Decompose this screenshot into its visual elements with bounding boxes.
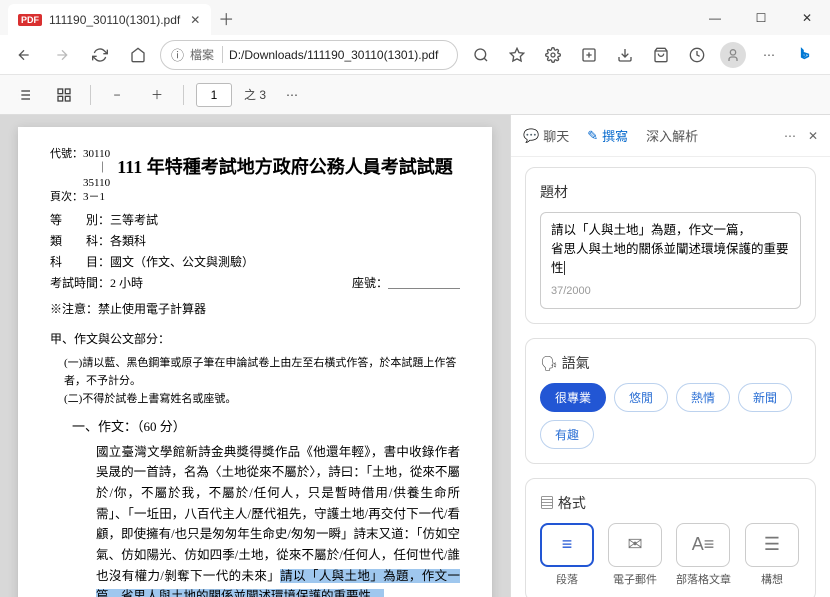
more-options-icon[interactable]: ⋯ xyxy=(278,81,306,109)
exam-code: 代號：30110 ｜ 35110 頁次：3－1 xyxy=(50,147,110,204)
collections-icon[interactable] xyxy=(572,39,606,71)
browser-tab[interactable]: PDF 111190_30110(1301).pdf ✕ xyxy=(8,4,211,35)
document-title: 111 年特種考試地方政府公務人員考試試題 xyxy=(110,153,460,183)
format-paragraph[interactable]: ≡段落 xyxy=(540,523,594,587)
format-blog[interactable]: A≡部落格文章 xyxy=(676,523,731,587)
pdf-viewer[interactable]: 代號：30110 ｜ 35110 頁次：3－1 111 年特種考試地方政府公務人… xyxy=(0,115,510,597)
refresh-button[interactable] xyxy=(84,39,116,71)
back-button[interactable] xyxy=(8,39,40,71)
extensions-icon[interactable] xyxy=(536,39,570,71)
topic-input[interactable]: 請以「人與土地」為題，作文一篇， 省思人與土地的關係並闡述環境保護的重要性 37… xyxy=(540,212,801,309)
char-count: 37/2000 xyxy=(551,283,790,300)
shopping-icon[interactable] xyxy=(644,39,678,71)
format-card: ▤ 格式 ≡段落 ✉電子郵件 A≡部落格文章 ☰構想 xyxy=(525,478,816,597)
close-window-button[interactable]: ✕ xyxy=(784,0,830,35)
format-ideas[interactable]: ☰構想 xyxy=(745,523,799,587)
tone-professional[interactable]: 很專業 xyxy=(540,383,606,412)
calculator-note: ※注意：禁止使用電子計算器 xyxy=(50,300,460,320)
zoom-out-icon[interactable]: − xyxy=(103,81,131,109)
pdf-page: 代號：30110 ｜ 35110 頁次：3－1 111 年特種考試地方政府公務人… xyxy=(18,127,492,597)
bing-chat-icon[interactable] xyxy=(788,39,822,71)
pdf-toolbar: − ＋ 之 3 ⋯ xyxy=(0,75,830,115)
blog-icon: A≡ xyxy=(676,523,730,567)
file-prefix: 檔案 xyxy=(190,46,223,63)
forward-button[interactable] xyxy=(46,39,78,71)
exam-subject: 科 目：國文（作文、公文與測驗） xyxy=(50,253,460,273)
new-tab-button[interactable]: ＋ xyxy=(211,0,241,35)
ideas-icon: ☰ xyxy=(745,523,799,567)
menu-button[interactable]: ⋯ xyxy=(752,39,786,71)
pdf-icon: PDF xyxy=(18,14,42,26)
panel-body: 題材 請以「人與土地」為題，作文一篇， 省思人與土地的關係並闡述環境保護的重要性… xyxy=(511,157,830,597)
email-icon: ✉ xyxy=(608,523,662,567)
tone-card: 🗣 語氣 很專業 悠閒 熱情 新聞 有趣 xyxy=(525,338,816,464)
performance-icon[interactable] xyxy=(680,39,714,71)
topic-label: 題材 xyxy=(540,182,801,202)
section-a-head: 甲、作文與公文部分： xyxy=(50,330,460,350)
compose-panel: 💬聊天 ✎撰寫 深入解析 ⋯ ✕ 題材 請以「人與土地」為題，作文一篇， 省思人… xyxy=(510,115,830,597)
tab-insights[interactable]: 深入解析 xyxy=(646,126,698,145)
info-icon[interactable]: ⓘ xyxy=(171,45,184,64)
question-1-body[interactable]: 國立臺灣文學館新詩金典獎得獎作品《他還年輕》，書中收錄作者吳晟的一首詩，名為〈土… xyxy=(50,442,460,597)
exam-duration: 考試時間：2 小時座號：＿＿＿＿＿＿ xyxy=(50,274,460,294)
exam-category: 類 科：各類科 xyxy=(50,232,460,252)
exam-level: 等 別：三等考試 xyxy=(50,211,460,231)
title-bar: PDF 111190_30110(1301).pdf ✕ ＋ — ☐ ✕ xyxy=(0,0,830,35)
tone-funny[interactable]: 有趣 xyxy=(540,420,594,449)
main-area: 代號：30110 ｜ 35110 頁次：3－1 111 年特種考試地方政府公務人… xyxy=(0,115,830,597)
topic-card: 題材 請以「人與土地」為題，作文一篇， 省思人與土地的關係並闡述環境保護的重要性… xyxy=(525,167,816,324)
instruction-1: (一)請以藍、黑色鋼筆或原子筆在申論試卷上由左至右橫式作答，於本試題上作答者，不… xyxy=(50,354,460,390)
tab-title: 111190_30110(1301).pdf xyxy=(49,13,180,27)
thumbnails-icon[interactable] xyxy=(50,81,78,109)
format-email[interactable]: ✉電子郵件 xyxy=(608,523,662,587)
maximize-button[interactable]: ☐ xyxy=(738,0,784,35)
zoom-in-icon[interactable]: ＋ xyxy=(143,81,171,109)
url-text: D:/Downloads/111190_30110(1301).pdf xyxy=(229,48,447,62)
address-bar: ⓘ 檔案 D:/Downloads/111190_30110(1301).pdf… xyxy=(0,35,830,75)
page-total-label: 之 3 xyxy=(244,86,266,103)
tab-chat[interactable]: 💬聊天 xyxy=(523,126,569,145)
favorite-icon[interactable] xyxy=(500,39,534,71)
minimize-button[interactable]: — xyxy=(692,0,738,35)
instruction-2: (二)不得於試卷上書寫姓名或座號。 xyxy=(50,390,460,408)
close-tab-icon[interactable]: ✕ xyxy=(187,12,203,28)
downloads-icon[interactable] xyxy=(608,39,642,71)
paragraph-icon: ≡ xyxy=(540,523,594,567)
question-1-head: 一、作文：（60 分） xyxy=(72,416,460,437)
format-label: ▤ 格式 xyxy=(540,493,801,513)
seat-number: 座號：＿＿＿＿＿＿ xyxy=(352,274,460,294)
home-button[interactable] xyxy=(122,39,154,71)
tone-label: 🗣 語氣 xyxy=(540,353,801,373)
tone-casual[interactable]: 悠閒 xyxy=(614,383,668,412)
profile-avatar[interactable] xyxy=(716,39,750,71)
panel-close-icon[interactable]: ✕ xyxy=(808,129,818,143)
table-of-contents-icon[interactable] xyxy=(10,81,38,109)
panel-tabs: 💬聊天 ✎撰寫 深入解析 ⋯ ✕ xyxy=(511,115,830,157)
compose-icon: ✎ xyxy=(587,128,598,144)
page-number-input[interactable] xyxy=(196,83,232,107)
tone-enthusiastic[interactable]: 熱情 xyxy=(676,383,730,412)
search-icon[interactable] xyxy=(464,39,498,71)
tab-compose[interactable]: ✎撰寫 xyxy=(587,126,628,145)
panel-menu-icon[interactable]: ⋯ xyxy=(784,129,796,143)
tone-news[interactable]: 新聞 xyxy=(738,383,792,412)
window-controls: — ☐ ✕ xyxy=(692,0,830,35)
address-field[interactable]: ⓘ 檔案 D:/Downloads/111190_30110(1301).pdf xyxy=(160,40,458,70)
chat-icon: 💬 xyxy=(523,128,539,144)
